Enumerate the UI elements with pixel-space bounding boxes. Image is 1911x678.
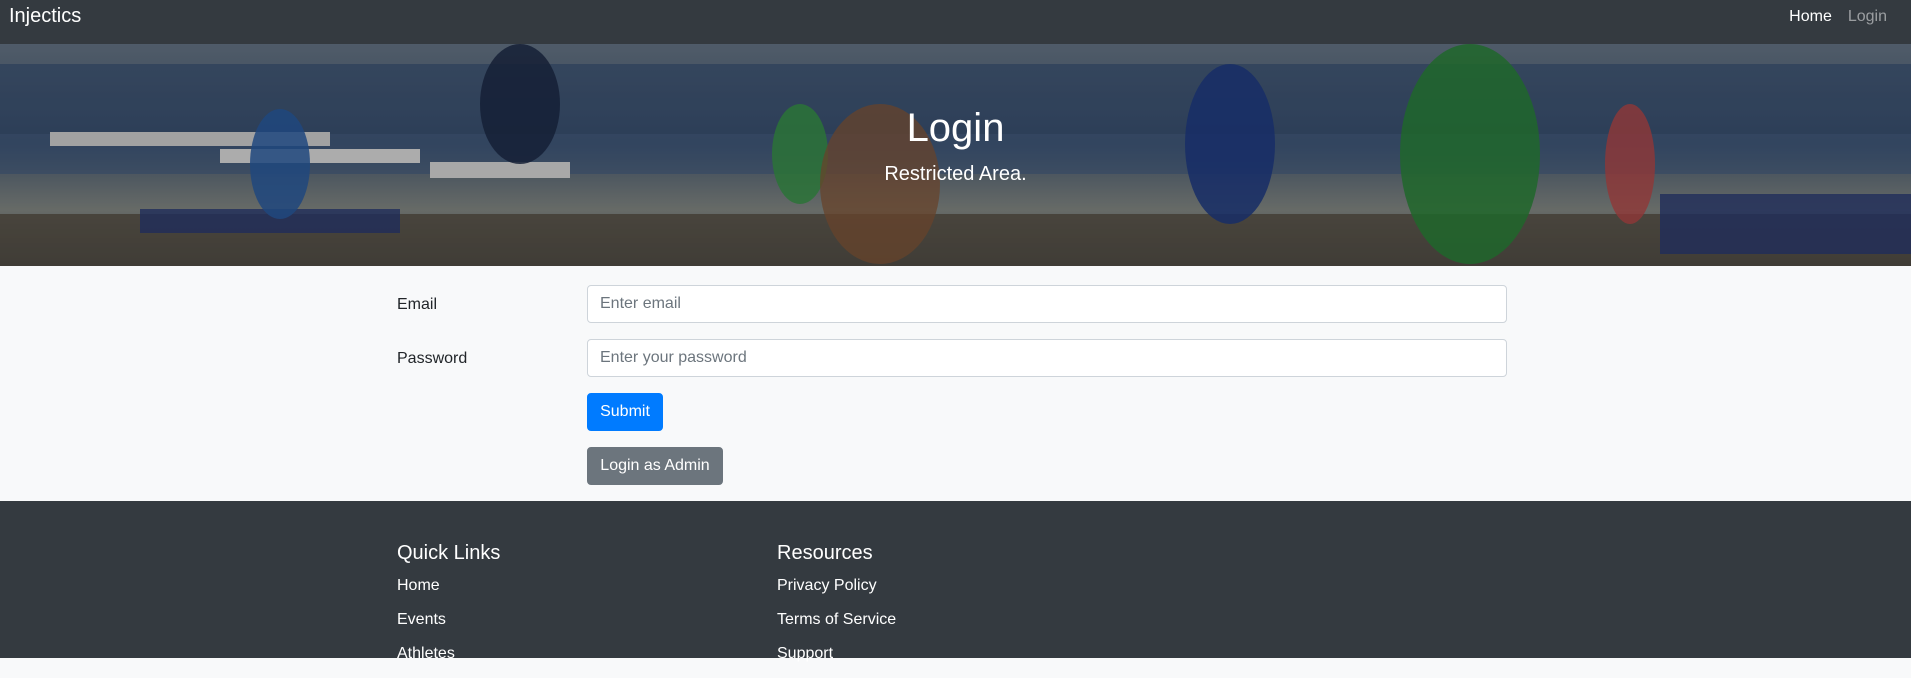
list-item: Home [397, 576, 455, 610]
login-as-admin-button[interactable]: Login as Admin [587, 447, 723, 485]
list-item: Privacy Policy [777, 576, 896, 610]
email-input[interactable] [587, 285, 1507, 323]
submit-button[interactable]: Submit [587, 393, 663, 431]
navbar: Injectics Home Login [0, 0, 1911, 44]
quick-links-heading: Quick Links [397, 542, 501, 564]
footer-link-support[interactable]: Support [777, 645, 833, 662]
list-item: Support [777, 644, 896, 678]
footer-link-athletes[interactable]: Athletes [397, 645, 455, 662]
footer-link-events[interactable]: Events [397, 611, 446, 628]
brand-link[interactable]: Injectics [9, 4, 81, 28]
hero-banner: Login Restricted Area. [0, 44, 1911, 266]
page-subtitle: Restricted Area. [884, 163, 1027, 185]
resources-list: Privacy Policy Terms of Service Support [777, 576, 896, 678]
list-item: Athletes [397, 644, 455, 678]
password-input[interactable] [587, 339, 1507, 377]
quick-links-list: Home Events Athletes [397, 576, 455, 678]
login-form: Email Password Submit Login as Admin [0, 266, 1911, 501]
list-item: Terms of Service [777, 610, 896, 644]
footer: Quick Links Home Events Athletes Resourc… [0, 501, 1911, 662]
resources-heading: Resources [777, 542, 873, 564]
page-title: Login [906, 106, 1005, 150]
email-label: Email [397, 296, 438, 313]
footer-link-privacy-policy[interactable]: Privacy Policy [777, 577, 877, 594]
nav-login-link[interactable]: Login [1848, 7, 1887, 27]
footer-link-terms-of-service[interactable]: Terms of Service [777, 611, 896, 628]
nav-links: Home Login [1789, 7, 1887, 27]
footer-link-home[interactable]: Home [397, 577, 440, 594]
stadium-background-image [0, 44, 1911, 266]
password-label: Password [397, 350, 468, 367]
list-item: Events [397, 610, 455, 644]
nav-home-link[interactable]: Home [1789, 7, 1832, 27]
